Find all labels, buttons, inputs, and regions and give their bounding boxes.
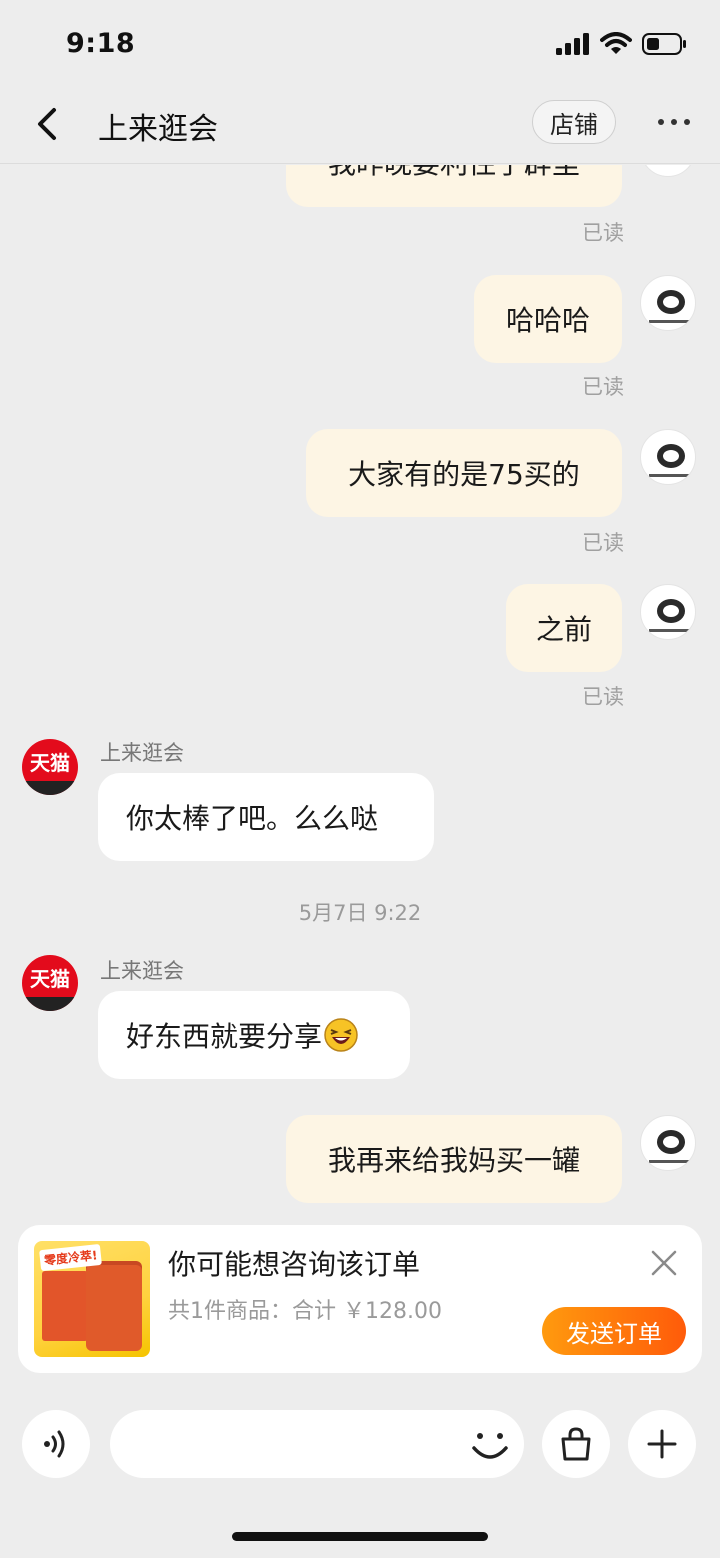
smile-icon[interactable] <box>468 1420 512 1468</box>
user-avatar[interactable] <box>640 165 696 177</box>
wifi-icon <box>600 32 632 54</box>
outgoing-message[interactable]: 哈哈哈 <box>474 275 622 363</box>
status-icons <box>556 32 688 56</box>
avatar-image <box>649 599 689 632</box>
status-time: 9:18 <box>66 28 136 59</box>
product-thumbnail[interactable]: 零度冷萃! <box>34 1241 150 1357</box>
avatar-image <box>649 1130 689 1163</box>
message-text: 好东西就要分享 <box>126 1020 323 1053</box>
page-title: 上来逛会 <box>98 112 218 147</box>
read-status: 已读 <box>582 221 624 245</box>
plus-icon <box>647 1429 677 1459</box>
outgoing-message[interactable]: 之前 <box>506 584 622 672</box>
order-summary: 共1件商品：合计 ￥128.00 <box>168 1299 442 1324</box>
chat-area[interactable]: 我昨晚要利住了辟里 已读 哈哈哈 已读 大家有的是75买的 已读 之前 已读 天… <box>0 165 720 1205</box>
order-card-title: 你可能想咨询该订单 <box>168 1248 421 1281</box>
outgoing-message[interactable]: 我昨晚要利住了辟里 <box>286 165 622 207</box>
user-avatar[interactable] <box>640 584 696 640</box>
read-status: 已读 <box>582 375 624 399</box>
home-indicator <box>232 1532 488 1541</box>
user-avatar[interactable] <box>640 1115 696 1171</box>
read-status: 已读 <box>582 685 624 709</box>
voice-button[interactable] <box>22 1410 90 1478</box>
status-bar: 9:18 <box>0 0 720 90</box>
order-suggestion-card[interactable]: 零度冷萃! 你可能想咨询该订单 共1件商品：合计 ￥128.00 发送订单 <box>18 1225 702 1373</box>
incoming-message[interactable]: 好东西就要分享 <box>98 991 410 1079</box>
send-order-button[interactable]: 发送订单 <box>542 1307 686 1355</box>
shop-avatar[interactable]: 天猫 <box>22 955 78 1011</box>
tmall-logo-text: 天猫 <box>30 751 70 775</box>
close-icon[interactable] <box>650 1249 678 1277</box>
laughing-emoji-icon <box>324 1018 358 1052</box>
read-status: 已读 <box>582 531 624 555</box>
user-avatar[interactable] <box>640 429 696 485</box>
avatar-image <box>649 290 689 323</box>
voice-icon <box>44 1430 65 1458</box>
message-input[interactable] <box>110 1410 524 1478</box>
battery-icon <box>642 33 686 55</box>
user-avatar[interactable] <box>640 275 696 331</box>
message-timestamp: 5月7日 9:22 <box>298 901 422 925</box>
nav-bar: 上来逛会 店铺 <box>0 90 720 164</box>
sender-name: 上来逛会 <box>100 741 184 765</box>
signal-icon <box>556 33 589 55</box>
sender-name: 上来逛会 <box>100 959 184 983</box>
outgoing-message[interactable]: 我再来给我妈买一罐 <box>286 1115 622 1203</box>
shop-avatar[interactable]: 天猫 <box>22 739 78 795</box>
avatar-image <box>649 444 689 477</box>
shop-button[interactable]: 店铺 <box>532 100 616 144</box>
shopping-bag-icon <box>561 1427 591 1461</box>
more-dots-icon[interactable] <box>654 110 694 134</box>
add-button[interactable] <box>628 1410 696 1478</box>
tmall-logo-text: 天猫 <box>30 967 70 991</box>
back-icon[interactable] <box>30 104 66 144</box>
outgoing-message[interactable]: 大家有的是75买的 <box>306 429 622 517</box>
bag-button[interactable] <box>542 1410 610 1478</box>
incoming-message[interactable]: 你太棒了吧。么么哒 <box>98 773 434 861</box>
